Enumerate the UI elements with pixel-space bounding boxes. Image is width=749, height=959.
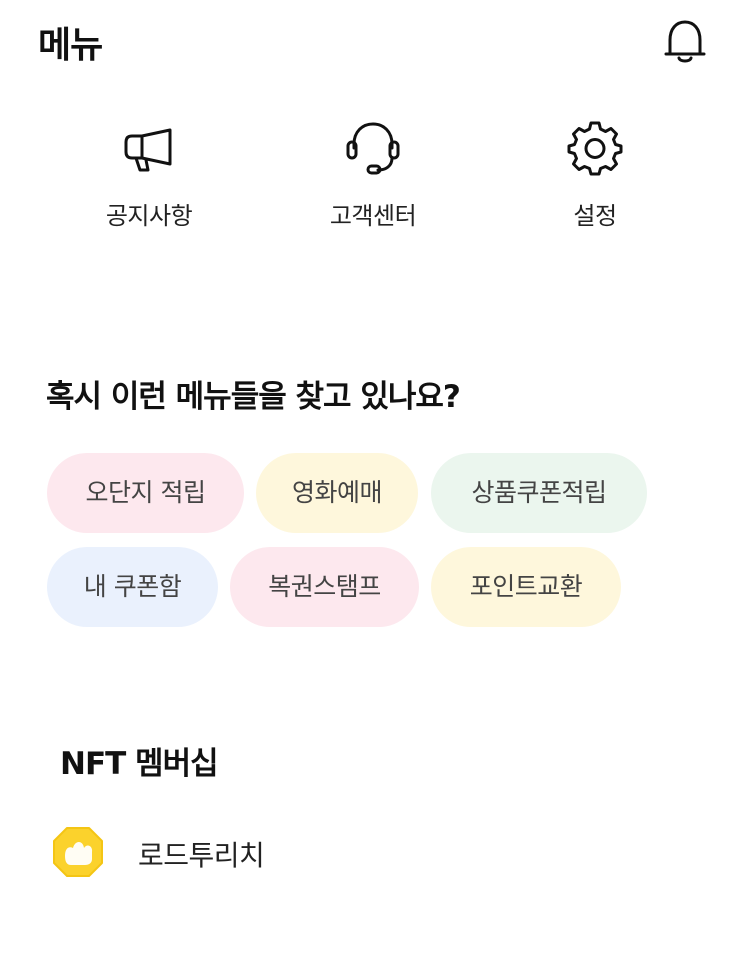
suggestions-title: 혹시 이런 메뉴들을 찾고 있나요? xyxy=(46,379,461,415)
gold-badge-icon xyxy=(53,827,103,877)
chip-product-coupon[interactable]: 상품쿠폰적립 xyxy=(431,453,647,533)
nft-item-label: 로드투리치 xyxy=(138,839,265,872)
chip-odanji[interactable]: 오단지 적립 xyxy=(47,453,244,533)
notice-button[interactable]: 공지사항 xyxy=(59,118,239,238)
bell-icon[interactable] xyxy=(662,16,708,64)
nft-section-title: NFT 멤버십 xyxy=(60,746,219,782)
chip-my-coupons[interactable]: 내 쿠폰함 xyxy=(47,547,218,627)
headset-icon xyxy=(346,122,400,175)
nft-item-road-to-rich[interactable]: 로드투리치 xyxy=(50,822,450,884)
chip-point-exchange[interactable]: 포인트교환 xyxy=(431,547,621,627)
chip-movie[interactable]: 영화예매 xyxy=(256,453,418,533)
header: 메뉴 xyxy=(0,0,749,84)
customer-center-label: 고객센터 xyxy=(329,202,417,230)
chip-lottery-stamp[interactable]: 복권스탬프 xyxy=(230,547,419,627)
settings-button[interactable]: 설정 xyxy=(505,118,685,238)
page-title: 메뉴 xyxy=(38,25,103,66)
quick-menu: 공지사항 고객센터 설정 xyxy=(0,118,749,248)
notice-label: 공지사항 xyxy=(105,202,193,230)
customer-center-button[interactable]: 고객센터 xyxy=(283,118,463,238)
gear-icon xyxy=(567,121,623,176)
megaphone-icon xyxy=(124,128,172,172)
settings-label: 설정 xyxy=(573,202,617,230)
